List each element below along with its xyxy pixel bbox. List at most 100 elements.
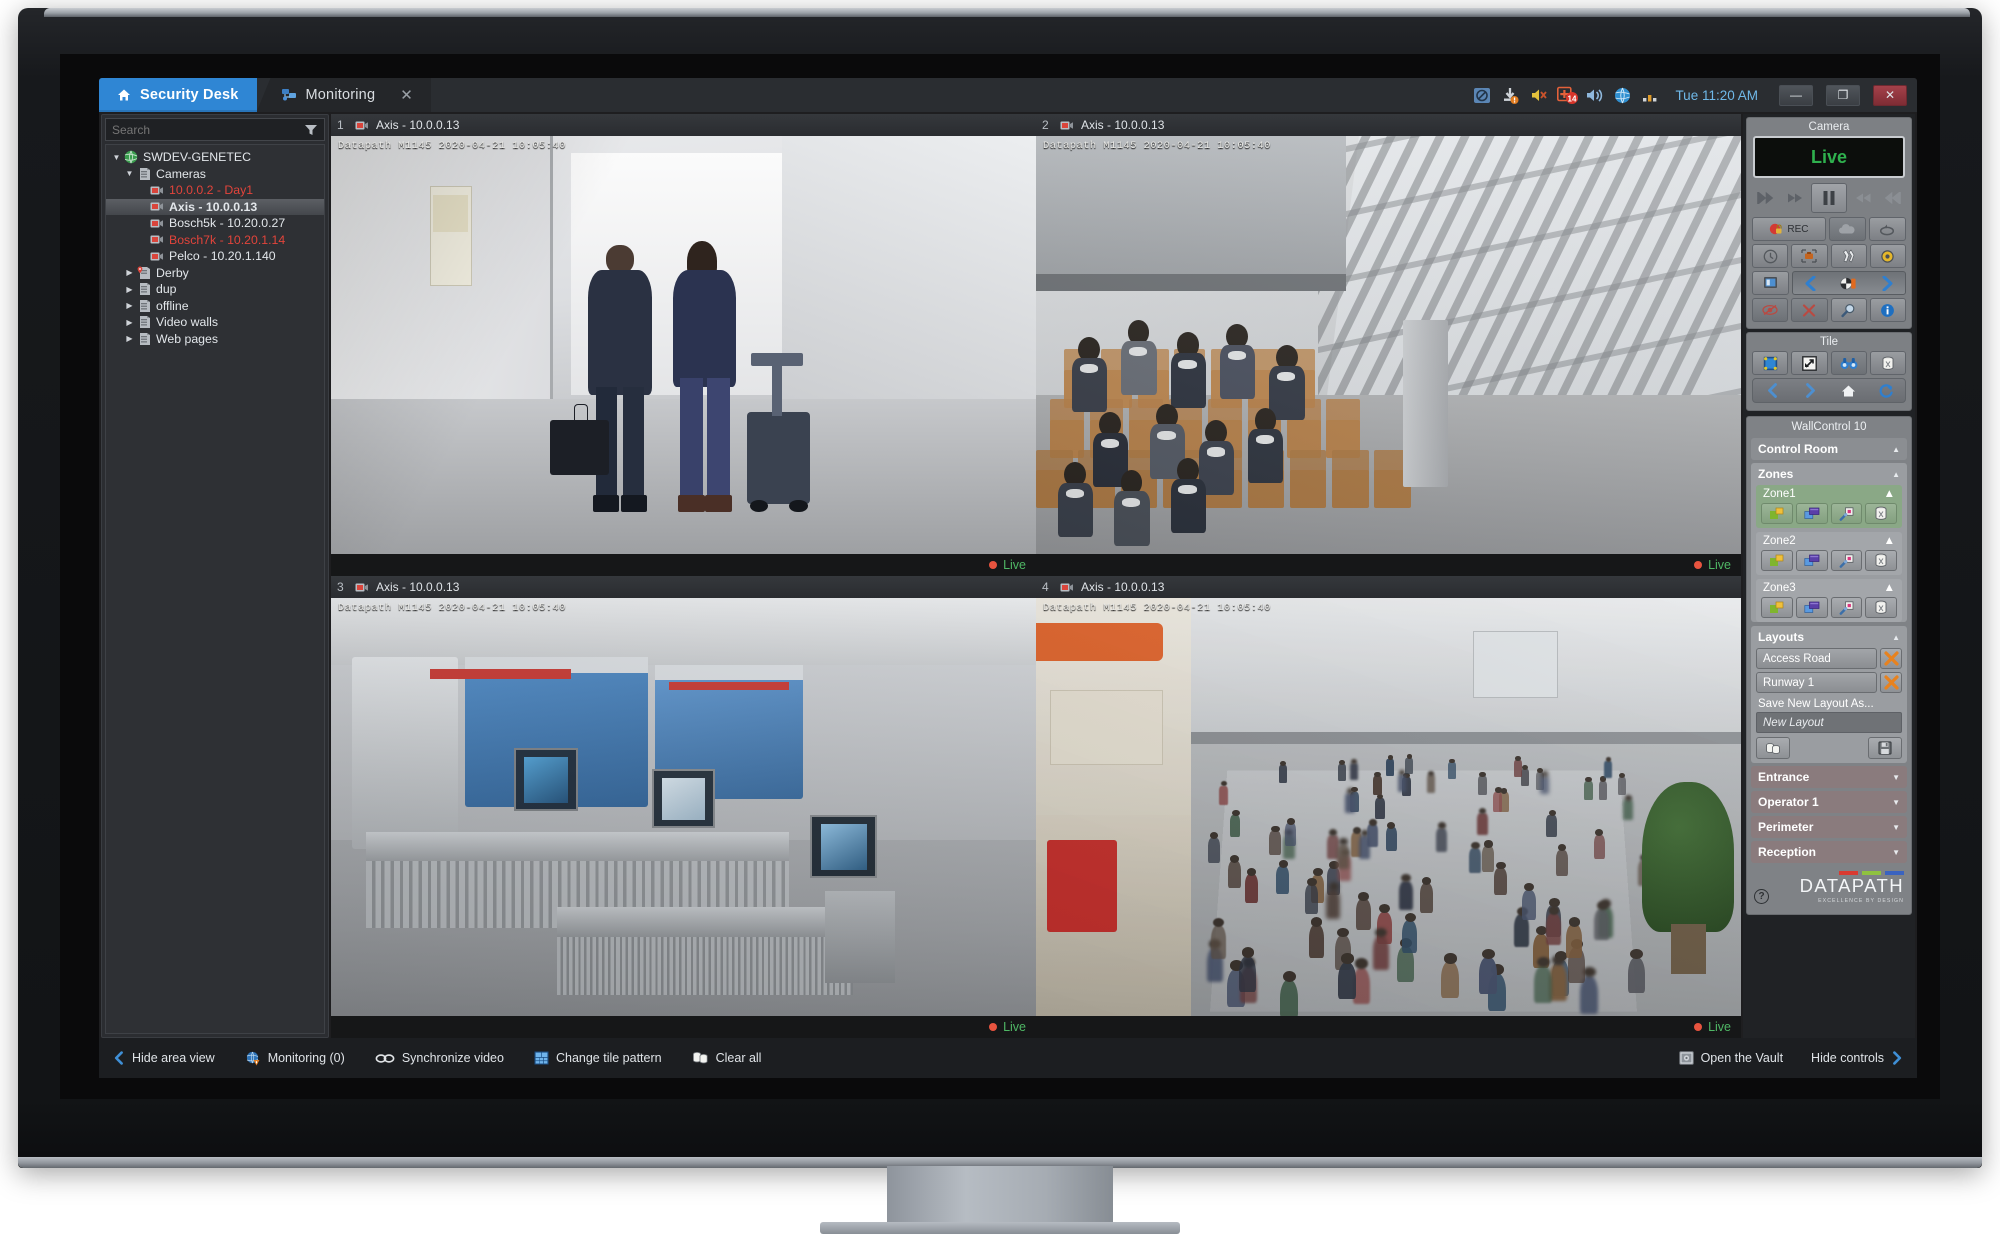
toolbar-button[interactable]: Hide area view bbox=[113, 1051, 215, 1065]
window-group-button[interactable] bbox=[1795, 503, 1828, 524]
next-camera-button[interactable] bbox=[1870, 275, 1905, 291]
layout-name-button[interactable]: Access Road bbox=[1756, 648, 1877, 669]
new-layout-input[interactable]: New Layout bbox=[1756, 712, 1902, 733]
expand-caret-icon[interactable]: ▼ bbox=[110, 153, 123, 162]
window-group-button[interactable] bbox=[1795, 550, 1828, 571]
collapse-caret-icon[interactable]: ▶ bbox=[123, 301, 136, 310]
alarm-badge-icon[interactable]: 14 bbox=[1557, 86, 1579, 105]
tree-item[interactable]: ▼ Cameras bbox=[106, 166, 324, 183]
tab-security-desk[interactable]: Security Desk bbox=[99, 78, 257, 112]
tree-item[interactable]: ▶ Derby bbox=[106, 265, 324, 282]
skip-forward-icon[interactable] bbox=[1879, 183, 1906, 213]
video-stream[interactable]: Datapath M1145 2020-04-21 10:05:40 bbox=[1036, 136, 1741, 554]
zone-header[interactable]: Zone3 ▲ bbox=[1756, 579, 1902, 597]
camera-seq-icon[interactable] bbox=[1831, 276, 1866, 291]
layouts-accordion[interactable]: Layouts ▲ Access Road Runway 1 Save New L… bbox=[1751, 626, 1907, 763]
collapse-caret-icon[interactable]: ▶ bbox=[123, 268, 136, 277]
tree-item[interactable]: ▶ dup bbox=[106, 281, 324, 298]
ptz-button[interactable] bbox=[1869, 244, 1906, 268]
collapsed-section-header[interactable]: Operator 1 ▼ bbox=[1751, 791, 1907, 813]
record-button[interactable]: REC bbox=[1752, 217, 1826, 241]
tree-item[interactable]: ▶ Web pages bbox=[106, 331, 324, 348]
tree-item[interactable]: ▶ Video walls bbox=[106, 314, 324, 331]
tree-item[interactable]: Axis - 10.0.0.13 bbox=[106, 198, 324, 215]
save-layout-button[interactable] bbox=[1868, 737, 1902, 759]
download-alert-icon[interactable] bbox=[1501, 86, 1520, 105]
zones-header[interactable]: Zones ▲ bbox=[1751, 463, 1907, 485]
display-button[interactable] bbox=[1752, 271, 1789, 295]
video-tile[interactable]: 4 Axis - 10.0.0.13 Datapath M1145 2020-04… bbox=[1036, 576, 1741, 1038]
zone-item[interactable]: Zone2 ▲ bbox=[1756, 532, 1902, 575]
tile-pattern-button[interactable] bbox=[1752, 351, 1789, 375]
prev-camera-button[interactable] bbox=[1793, 275, 1828, 291]
toolbar-button[interactable]: Hide controls bbox=[1811, 1051, 1903, 1065]
video-stream[interactable]: Datapath M1145 2020-04-21 10:05:40 bbox=[331, 598, 1036, 1016]
toolbar-button[interactable]: Clear all bbox=[692, 1051, 761, 1065]
investigate-button[interactable] bbox=[1830, 351, 1867, 375]
open-window-button[interactable] bbox=[1761, 550, 1793, 571]
zoom-button[interactable] bbox=[1830, 298, 1867, 322]
video-tile[interactable]: 2 Axis - 10.0.0.13 Datapath M1145 2020-04… bbox=[1036, 114, 1741, 576]
expand-caret-icon[interactable]: ▼ bbox=[123, 169, 136, 178]
timeline-button[interactable] bbox=[1752, 244, 1789, 268]
tree-item[interactable]: ▼ SWDEV-GENETEC bbox=[106, 149, 324, 166]
collapsed-section-header[interactable]: Reception ▼ bbox=[1751, 841, 1907, 863]
collapsed-section-header[interactable]: Perimeter ▼ bbox=[1751, 816, 1907, 838]
delete-layout-button[interactable] bbox=[1880, 672, 1902, 693]
collapsed-section[interactable]: Perimeter ▼ bbox=[1751, 816, 1907, 838]
window-group-button[interactable] bbox=[1795, 597, 1828, 618]
globe-icon[interactable] bbox=[1613, 86, 1632, 105]
tab-monitoring[interactable]: Monitoring ✕ bbox=[256, 78, 431, 112]
speaker-icon[interactable] bbox=[1585, 86, 1604, 105]
toolbar-button[interactable]: Change tile pattern bbox=[534, 1051, 662, 1065]
fast-forward-icon[interactable] bbox=[1850, 183, 1877, 213]
collapse-caret-icon[interactable]: ▶ bbox=[123, 285, 136, 294]
video-stream[interactable]: Datapath M1145 2020-04-21 10:05:40 bbox=[331, 136, 1036, 554]
video-tile[interactable]: 3 Axis - 10.0.0.13 Datapath M1145 2020-04… bbox=[331, 576, 1036, 1038]
minimize-button[interactable]: — bbox=[1779, 84, 1813, 106]
tile-forward-button[interactable] bbox=[1791, 379, 1829, 402]
zone-header[interactable]: Zone2 ▲ bbox=[1756, 532, 1902, 550]
filter-icon[interactable] bbox=[304, 123, 318, 136]
snapshot-cycle-button[interactable] bbox=[1868, 217, 1906, 241]
toolbar-button[interactable]: Monitoring (0) bbox=[245, 1051, 345, 1066]
search-input[interactable] bbox=[112, 122, 304, 137]
bookmark-button[interactable] bbox=[1791, 244, 1828, 268]
delete-layout-button[interactable] bbox=[1880, 648, 1902, 669]
tree-item[interactable]: Bosch7k - 10.20.1.14 bbox=[106, 232, 324, 249]
copy-layout-button[interactable] bbox=[1756, 737, 1790, 759]
pin-source-button[interactable] bbox=[1830, 503, 1863, 524]
tile-refresh-button[interactable] bbox=[1867, 379, 1905, 402]
tree-item[interactable]: 10.0.0.2 - Day1 bbox=[106, 182, 324, 199]
clear-zone-button[interactable] bbox=[1865, 503, 1897, 524]
toolbar-button[interactable]: Synchronize video bbox=[375, 1051, 504, 1065]
collapse-caret-icon[interactable]: ▶ bbox=[123, 318, 136, 327]
clear-zone-button[interactable] bbox=[1865, 597, 1897, 618]
bar-chart-icon[interactable] bbox=[1641, 86, 1660, 105]
close-window-button[interactable]: ✕ bbox=[1873, 84, 1907, 106]
pin-source-button[interactable] bbox=[1830, 597, 1863, 618]
rewind-icon[interactable] bbox=[1782, 183, 1809, 213]
mute-speaker-icon[interactable] bbox=[1529, 86, 1548, 105]
zones-accordion[interactable]: Zones ▲ Zone1 ▲ Zone2 ▲ Zone3 ▲ bbox=[1751, 463, 1907, 622]
video-tile[interactable]: 1 Axis - 10.0.0.13 Datapath M1145 2020-04… bbox=[331, 114, 1036, 576]
close-icon[interactable]: ✕ bbox=[400, 86, 413, 104]
collapsed-section[interactable]: Operator 1 ▼ bbox=[1751, 791, 1907, 813]
pause-button[interactable] bbox=[1811, 183, 1847, 213]
tile-home-button[interactable] bbox=[1829, 379, 1867, 402]
tree-item[interactable]: ▶ offline bbox=[106, 298, 324, 315]
video-stream[interactable]: Datapath M1145 2020-04-21 10:05:40 bbox=[1036, 598, 1741, 1016]
control-room-header[interactable]: Control Room ▲ bbox=[1751, 438, 1907, 460]
clear-zone-button[interactable] bbox=[1865, 550, 1897, 571]
toolbar-button[interactable]: Open the Vault bbox=[1678, 1051, 1783, 1065]
pin-source-button[interactable] bbox=[1830, 550, 1863, 571]
collapsed-section-header[interactable]: Entrance ▼ bbox=[1751, 766, 1907, 788]
layouts-header[interactable]: Layouts ▲ bbox=[1751, 626, 1907, 648]
tree-item[interactable]: Pelco - 10.20.1.140 bbox=[106, 248, 324, 265]
zone-header[interactable]: Zone1 ▲ bbox=[1756, 485, 1902, 503]
zone-item[interactable]: Zone1 ▲ bbox=[1756, 485, 1902, 528]
open-window-button[interactable] bbox=[1761, 503, 1793, 524]
privacy-button[interactable] bbox=[1752, 298, 1789, 322]
layout-name-button[interactable]: Runway 1 bbox=[1756, 672, 1877, 693]
info-button[interactable] bbox=[1869, 298, 1906, 322]
